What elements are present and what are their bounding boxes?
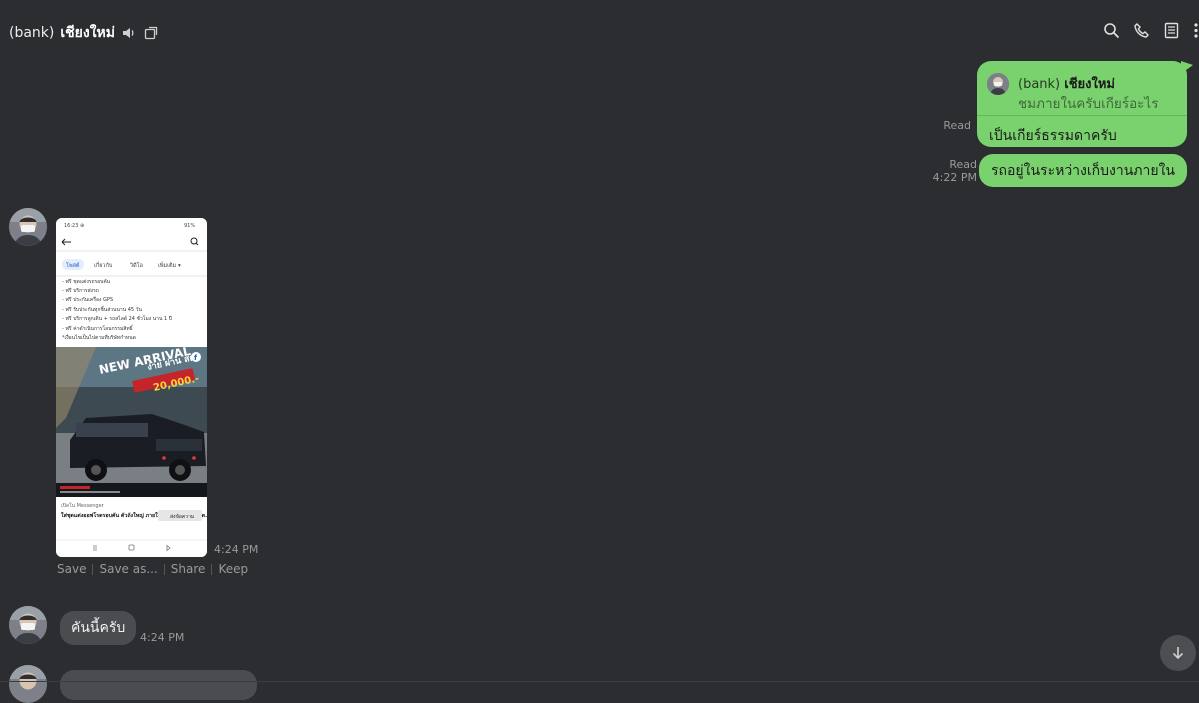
shot-line: - ฟรี บริการลูกเดิน + รถสไลด์ 24 ชั่วโมง…	[62, 315, 172, 322]
save-as-button[interactable]: Save as...	[99, 562, 157, 576]
incoming-message-bubble[interactable]: คันนี้ครับ	[60, 611, 137, 645]
message-time: 4:22 PM	[932, 171, 977, 184]
shot-messenger-label: เปิดใน Messenger	[61, 502, 105, 509]
chat-title[interactable]: (bank) เชียงใหม่	[9, 22, 159, 44]
reply-message-bubble[interactable]: (bank) เชียงใหม่ ชมภายในครับเกียร์อะไร เ…	[977, 61, 1193, 147]
keep-button[interactable]: Keep	[218, 562, 248, 576]
image-attachment[interactable]: 16:23 ⊕ 91% โพสต์ เกี่ยวกับ วิดีโอ เพิ่ม…	[56, 218, 207, 557]
quoted-sender-name: เชียงใหม่	[1064, 77, 1115, 92]
incoming-message-text: คันนี้ครับ	[71, 620, 126, 636]
shot-tab: เพิ่มเติม ▾	[158, 261, 181, 269]
quoted-avatar	[987, 73, 1009, 95]
shot-status-time: 16:23 ⊕	[64, 223, 84, 229]
more-icon[interactable]	[1193, 22, 1199, 39]
shot-line: - ฟรี ประกันเครื่อง GPS	[62, 296, 113, 303]
shot-status-battery: 91%	[184, 223, 195, 229]
notes-icon[interactable]	[1163, 22, 1180, 39]
divider	[0, 681, 1199, 682]
divider	[92, 563, 94, 575]
chat-title-prefix: (bank)	[9, 25, 55, 41]
shot-tab: โพสต์	[66, 261, 80, 269]
shot-line: *เงื่อนไขเป็นไปตามที่บริษัทกำหนด	[62, 333, 136, 341]
read-status: Read 4:22 PM	[933, 158, 977, 184]
outgoing-message-bubble[interactable]: รถอยู่ในระหว่างเก็บงานภายใน	[979, 154, 1187, 187]
save-button[interactable]: Save	[57, 562, 86, 576]
header-actions	[1103, 22, 1199, 39]
reply-divider	[977, 115, 1187, 116]
reply-message-text: เป็นเกียร์ธรรมดาครับ	[989, 128, 1117, 144]
message-time: 4:24 PM	[214, 543, 259, 556]
quoted-sender: (bank) เชียงใหม่	[1018, 73, 1115, 94]
shot-tab: วิดีโอ	[129, 261, 143, 269]
avatar[interactable]	[9, 208, 47, 246]
search-icon[interactable]	[1103, 22, 1120, 39]
message-time: 4:24 PM	[140, 631, 185, 644]
divider	[163, 563, 165, 575]
chat-title-name: เชียงใหม่	[60, 25, 115, 41]
outgoing-message-text: รถอยู่ในระหว่างเก็บงานภายใน	[991, 162, 1175, 179]
quoted-snippet: ชมภายในครับเกียร์อะไร	[1018, 96, 1159, 112]
shot-line: - ฟรี บริการส่งรถ	[62, 287, 99, 294]
image-actions: Save Save as... Share Keep	[57, 562, 248, 576]
external-window-icon[interactable]	[143, 25, 159, 41]
avatar[interactable]	[9, 606, 47, 644]
read-label: Read	[949, 158, 977, 171]
avatar[interactable]	[9, 665, 47, 703]
phone-screenshot: 16:23 ⊕ 91% โพสต์ เกี่ยวกับ วิดีโอ เพิ่ม…	[56, 218, 207, 557]
shot-tab: เกี่ยวกับ	[94, 261, 113, 269]
shot-line: - ฟรี ชุดแต่งรถรอบคัน	[62, 278, 111, 285]
quoted-message[interactable]: (bank) เชียงใหม่ ชมภายในครับเกียร์อะไร	[987, 71, 1177, 115]
speaker-icon[interactable]	[121, 25, 137, 41]
divider	[211, 563, 213, 575]
scroll-to-bottom-button[interactable]	[1160, 635, 1196, 671]
shot-line: - ฟรี ค่าดำเนินการโอนกรรมสิทธิ์	[62, 324, 134, 332]
chat-header: (bank) เชียงใหม่	[0, 0, 1199, 62]
incoming-message-bubble[interactable]	[60, 670, 257, 700]
phone-icon[interactable]	[1133, 22, 1150, 39]
bubble-tail	[1181, 61, 1193, 73]
share-button[interactable]: Share	[171, 562, 206, 576]
quoted-sender-prefix: (bank)	[1018, 77, 1061, 92]
scroll-down-icon	[1172, 647, 1184, 660]
read-status: Read	[943, 119, 971, 132]
shot-messenger-button: ส่งข้อความ	[170, 513, 194, 520]
